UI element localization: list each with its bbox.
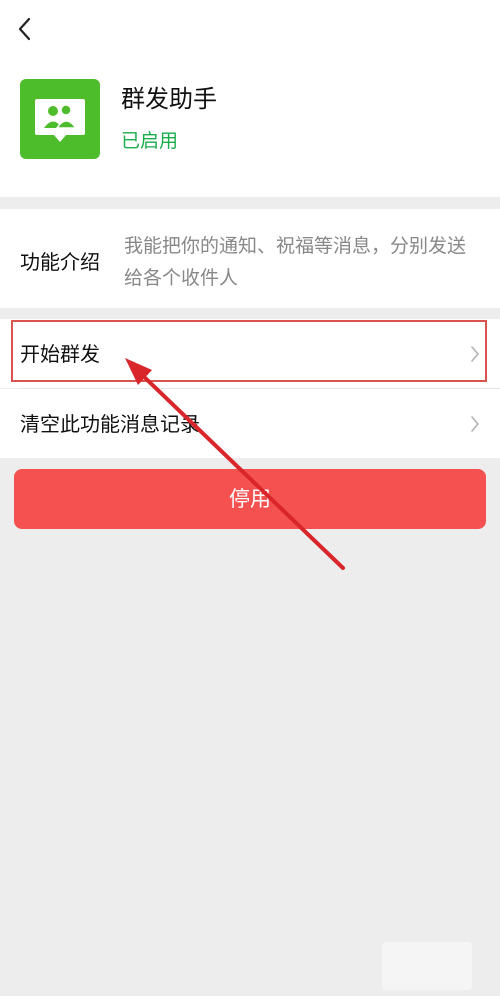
watermark (382, 942, 472, 990)
app-name: 群发助手 (121, 85, 217, 113)
chevron-right-icon (471, 346, 479, 362)
group-broadcast-icon (35, 99, 85, 142)
start-broadcast-label: 开始群发 (20, 342, 100, 366)
intro-text: 我能把你的通知、祝福等消息，分别发送给各个收件人 (124, 235, 467, 289)
stop-button[interactable]: 停用 (14, 469, 486, 529)
start-broadcast-item[interactable]: 开始群发 (0, 319, 500, 388)
chevron-right-icon (471, 416, 479, 432)
clear-history-label: 清空此功能消息记录 (20, 412, 200, 436)
app-icon (20, 79, 100, 159)
intro-label: 功能介绍 (20, 250, 100, 274)
chevron-left-icon (18, 17, 31, 41)
back-button[interactable] (12, 12, 42, 46)
app-status: 已启用 (121, 130, 179, 152)
clear-history-item[interactable]: 清空此功能消息记录 (0, 389, 500, 458)
app-header-panel: 群发助手 已启用 (0, 0, 500, 197)
